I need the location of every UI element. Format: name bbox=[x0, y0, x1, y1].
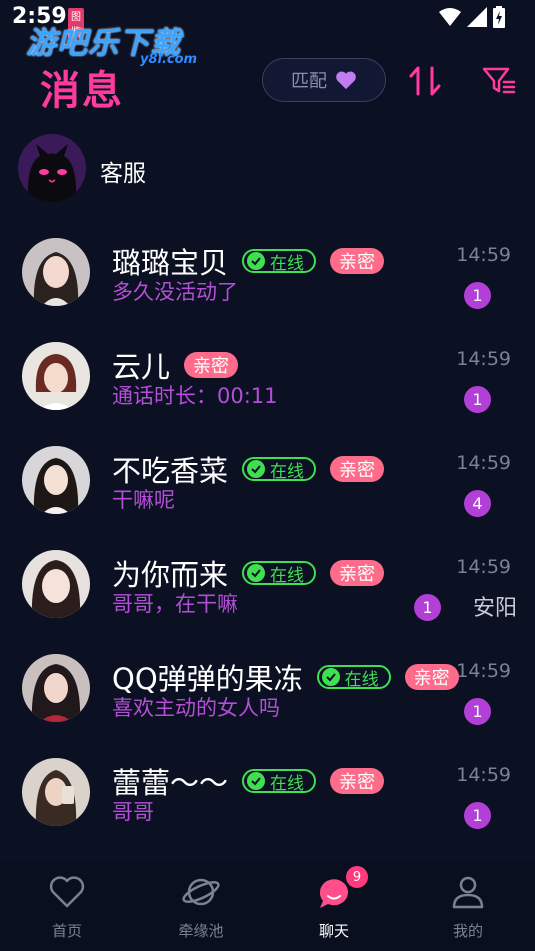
tab-label: 首页 bbox=[51, 922, 82, 940]
avatar bbox=[22, 758, 90, 826]
message-time: 14:59 bbox=[456, 660, 511, 682]
chat-item[interactable]: 为你而来 在线 亲密 哥哥，在干嘛 14:59 1 安阳 bbox=[0, 550, 535, 650]
last-message: 哥哥 bbox=[112, 800, 154, 824]
customer-service-name: 客服 bbox=[100, 161, 146, 187]
battery-icon bbox=[493, 6, 505, 28]
tab-home[interactable]: 首页 bbox=[0, 862, 134, 951]
intimate-badge: 亲密 bbox=[404, 664, 459, 690]
filter-button[interactable] bbox=[478, 60, 520, 102]
online-label: 在线 bbox=[270, 253, 305, 274]
tab-label: 聊天 bbox=[318, 922, 349, 940]
match-label: 匹配 bbox=[291, 71, 327, 92]
tab-label: 牵缘池 bbox=[178, 922, 224, 940]
avatar bbox=[22, 342, 90, 410]
tab-badge: 9 bbox=[346, 866, 368, 888]
unread-count: 4 bbox=[464, 490, 491, 517]
avatar bbox=[22, 238, 90, 306]
message-time: 14:59 bbox=[456, 244, 511, 266]
heart-outline-icon bbox=[47, 872, 87, 912]
intimate-badge: 亲密 bbox=[330, 248, 385, 274]
intimate-badge: 亲密 bbox=[330, 560, 385, 586]
avatar bbox=[22, 550, 90, 618]
message-time: 14:59 bbox=[456, 452, 511, 474]
status-icons bbox=[439, 6, 505, 28]
tab-label: 我的 bbox=[452, 922, 483, 940]
last-message: 哥哥，在干嘛 bbox=[112, 592, 238, 616]
last-message: 干嘛呢 bbox=[112, 488, 175, 512]
online-badge: 在线 bbox=[242, 457, 317, 482]
intimate-badge: 亲密 bbox=[330, 768, 385, 794]
sort-button[interactable] bbox=[404, 60, 446, 102]
message-time: 14:59 bbox=[456, 556, 511, 578]
planet-icon bbox=[181, 872, 221, 912]
tab-profile[interactable]: 我的 bbox=[401, 862, 535, 951]
message-time: 14:59 bbox=[456, 348, 511, 370]
online-label: 在线 bbox=[344, 669, 379, 690]
last-message: 通话时长：00:11 bbox=[112, 384, 278, 408]
wifi-icon bbox=[439, 8, 461, 26]
customer-service-avatar bbox=[18, 134, 86, 202]
chat-item[interactable]: 蕾蕾～～ 在线 亲密 哥哥 14:59 1 bbox=[0, 758, 535, 858]
filter-icon bbox=[482, 67, 516, 94]
tab-chat[interactable]: 9 聊天 bbox=[267, 862, 401, 951]
chat-bubble-icon: 9 bbox=[314, 866, 368, 912]
signal-icon bbox=[467, 7, 487, 27]
chat-item[interactable]: 不吃香菜 在线 亲密 干嘛呢 14:59 4 bbox=[0, 446, 535, 546]
online-badge: 在线 bbox=[242, 249, 317, 274]
message-time: 14:59 bbox=[456, 764, 511, 786]
chat-item[interactable]: QQ弹弹的果冻 在线 亲密 喜欢主动的女人吗 14:59 1 bbox=[0, 654, 535, 754]
bottom-tab-bar: 首页 牵缘池 9 聊天 我的 bbox=[0, 862, 535, 951]
watermark-url: y8l.com bbox=[140, 52, 198, 67]
chat-item[interactable]: 云儿 亲密 通话时长：00:11 14:59 1 bbox=[0, 342, 535, 442]
last-message: 喜欢主动的女人吗 bbox=[112, 696, 280, 720]
check-icon bbox=[247, 460, 266, 478]
page-title: 消息 bbox=[40, 68, 124, 114]
unread-count: 1 bbox=[464, 386, 491, 413]
sort-icon bbox=[409, 66, 441, 96]
unread-count: 1 bbox=[464, 802, 491, 829]
match-button[interactable]: 匹配 bbox=[262, 58, 386, 102]
tab-match-pool[interactable]: 牵缘池 bbox=[134, 862, 268, 951]
online-badge: 在线 bbox=[242, 769, 317, 794]
online-badge: 在线 bbox=[242, 561, 317, 586]
avatar bbox=[22, 446, 90, 514]
chat-item[interactable]: 璐璐宝贝 在线 亲密 多久没活动了 14:59 1 bbox=[0, 238, 535, 338]
online-label: 在线 bbox=[270, 773, 305, 794]
last-message: 多久没活动了 bbox=[112, 280, 238, 304]
customer-service-row[interactable]: 客服 bbox=[0, 130, 535, 210]
unread-count: 1 bbox=[414, 594, 441, 621]
check-icon bbox=[247, 252, 266, 270]
check-icon bbox=[247, 772, 266, 790]
unread-count: 1 bbox=[464, 282, 491, 309]
avatar bbox=[22, 654, 90, 722]
check-icon bbox=[321, 668, 340, 686]
intimate-badge: 亲密 bbox=[184, 352, 239, 378]
location-label: 安阳 bbox=[472, 596, 517, 621]
check-icon bbox=[247, 564, 266, 582]
unread-count: 1 bbox=[464, 698, 491, 725]
online-label: 在线 bbox=[270, 565, 305, 586]
intimate-badge: 亲密 bbox=[330, 456, 385, 482]
heart-icon bbox=[336, 71, 356, 90]
online-label: 在线 bbox=[270, 461, 305, 482]
online-badge: 在线 bbox=[316, 665, 391, 690]
person-icon bbox=[448, 872, 488, 912]
